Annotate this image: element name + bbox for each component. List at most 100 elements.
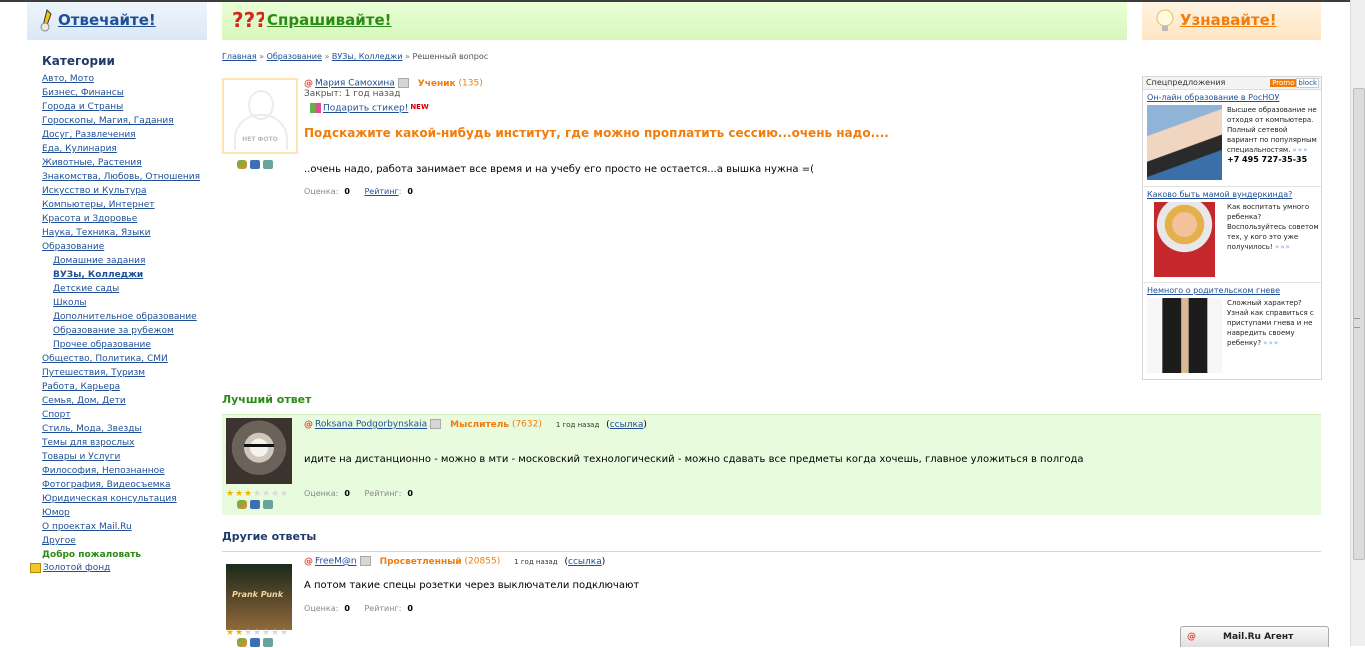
promo-item-image[interactable] — [1147, 105, 1222, 180]
photo-icon[interactable] — [250, 500, 260, 509]
sidebar-category-item[interactable]: Образование за рубежом — [42, 324, 212, 338]
gold-fund[interactable]: Золотой фонд — [30, 561, 110, 575]
sidebar-category-link[interactable]: Спорт — [42, 410, 71, 420]
gift-sticker-link[interactable]: Подарить стикер! — [323, 104, 408, 114]
sidebar-category-link[interactable]: Образование — [42, 242, 104, 252]
sidebar-category-link[interactable]: Знакомства, Любовь, Отношения — [42, 172, 200, 182]
header-ask-link[interactable]: Спрашивайте! — [267, 11, 392, 29]
sidebar-category-link[interactable]: Образование за рубежом — [53, 326, 174, 336]
user-icon[interactable] — [237, 160, 247, 169]
sidebar-category-link[interactable]: ВУЗы, Колледжи — [53, 270, 143, 280]
promo-more-icon[interactable]: »»» — [1263, 339, 1279, 347]
sidebar-category-item[interactable]: Домашние задания — [42, 254, 212, 268]
sidebar-category-item[interactable]: Работа, Карьера — [42, 380, 212, 394]
sidebar-category-item[interactable]: Города и Страны — [42, 100, 212, 114]
author-dropdown-icon[interactable] — [430, 419, 442, 429]
sidebar-category-item[interactable]: Спорт — [42, 408, 212, 422]
video-icon[interactable] — [263, 160, 273, 169]
sidebar-category-link[interactable]: Путешествия, Туризм — [42, 368, 145, 378]
sidebar-category-item[interactable]: Фотография, Видеосъемка — [42, 478, 212, 492]
header-ask-tab[interactable]: ??? Спрашивайте! — [222, 2, 1127, 40]
sidebar-category-link[interactable]: Прочее образование — [53, 340, 151, 350]
sidebar-category-item[interactable]: Бизнес, Финансы — [42, 86, 212, 100]
breadcrumb-home[interactable]: Главная — [222, 52, 257, 61]
sidebar-category-item[interactable]: Досуг, Развлечения — [42, 128, 212, 142]
best-answer-avatar[interactable] — [226, 418, 292, 484]
sidebar-category-link[interactable]: Авто, Мото — [42, 74, 94, 84]
sidebar-category-link[interactable]: Искусство и Культура — [42, 186, 147, 196]
sidebar-category-item[interactable]: Стиль, Мода, Звезды — [42, 422, 212, 436]
breadcrumb-education[interactable]: Образование — [267, 52, 322, 61]
sidebar-category-item[interactable]: Юридическая консультация — [42, 492, 212, 506]
sidebar-category-link[interactable]: Досуг, Развлечения — [42, 130, 136, 140]
sidebar-category-item[interactable]: Другое — [42, 534, 212, 548]
sidebar-category-item[interactable]: Авто, Мото — [42, 72, 212, 86]
sidebar-category-link[interactable]: Товары и Услуги — [42, 452, 120, 462]
header-learn-tab[interactable]: Узнавайте! — [1142, 2, 1321, 40]
promo-more-icon[interactable]: »»» — [1293, 146, 1309, 154]
other-answer-avatar[interactable]: Prank Punk — [226, 564, 292, 630]
vertical-scrollbar[interactable] — [1350, 0, 1365, 646]
mail-agent-bar[interactable]: @ Mail.Ru Агент — [1180, 626, 1329, 647]
sidebar-category-item[interactable]: Семья, Дом, Дети — [42, 394, 212, 408]
header-answer-link[interactable]: Отвечайте! — [58, 11, 156, 29]
sidebar-category-link[interactable]: Философия, Непознанное — [42, 466, 165, 476]
breadcrumb-universities[interactable]: ВУЗы, Колледжи — [332, 52, 403, 61]
sidebar-category-link[interactable]: Общество, Политика, СМИ — [42, 354, 168, 364]
sidebar-category-item[interactable]: Еда, Кулинария — [42, 142, 212, 156]
gift-sticker[interactable]: Подарить стикер! NEW — [310, 103, 429, 114]
sidebar-category-link[interactable]: Другое — [42, 536, 76, 546]
sidebar-category-link[interactable]: Животные, Растения — [42, 158, 142, 168]
promo-item-title[interactable]: Он-лайн образование в РосНОУ — [1147, 93, 1279, 102]
promo-item-image[interactable] — [1154, 202, 1215, 277]
sidebar-category-link[interactable]: Дополнительное образование — [53, 312, 197, 322]
sidebar-category-link[interactable]: Города и Страны — [42, 102, 123, 112]
promo-item-title[interactable]: Каково быть мамой вундеркинда? — [1147, 190, 1292, 199]
sidebar-category-item[interactable]: Образование — [42, 240, 212, 254]
question-author-photo[interactable]: НЕТ ФОТО — [222, 78, 298, 154]
sidebar-category-item[interactable]: Философия, Непознанное — [42, 464, 212, 478]
promo-more-icon[interactable]: »»» — [1275, 243, 1291, 251]
sidebar-category-link[interactable]: Домашние задания — [53, 256, 145, 266]
sidebar-category-item[interactable]: Школы — [42, 296, 212, 310]
promo-item[interactable]: Немного о родительском гневе Сложный хар… — [1143, 282, 1321, 379]
welcome-link[interactable]: Добро пожаловать — [42, 550, 141, 560]
gold-fund-link[interactable]: Золотой фонд — [43, 563, 110, 573]
sidebar-category-link[interactable]: Наука, Техника, Языки — [42, 228, 150, 238]
photo-icon[interactable] — [250, 160, 260, 169]
promo-item[interactable]: Каково быть мамой вундеркинда? Как воспи… — [1143, 186, 1321, 283]
promo-item[interactable]: Он-лайн образование в РосНОУ Высшее обра… — [1143, 90, 1321, 186]
sidebar-category-link[interactable]: Семья, Дом, Дети — [42, 396, 126, 406]
header-learn-link[interactable]: Узнавайте! — [1180, 11, 1277, 29]
sidebar-category-item[interactable]: ВУЗы, Колледжи — [42, 268, 212, 282]
sidebar-category-link[interactable]: Фотография, Видеосъемка — [42, 480, 171, 490]
sidebar-category-link[interactable]: Бизнес, Финансы — [42, 88, 124, 98]
sidebar-category-link[interactable]: Красота и Здоровье — [42, 214, 137, 224]
question-author-link[interactable]: Мария Самохина — [315, 79, 395, 89]
sidebar-category-link[interactable]: Темы для взрослых — [42, 438, 134, 448]
promo-item-image[interactable] — [1147, 298, 1222, 373]
promo-badge[interactable]: Promo block — [1270, 78, 1319, 88]
user-icon[interactable] — [237, 500, 247, 509]
header-answer-tab[interactable]: Отвечайте! — [27, 2, 207, 40]
sidebar-category-link[interactable]: Стиль, Мода, Звезды — [42, 424, 142, 434]
promo-item-title[interactable]: Немного о родительском гневе — [1147, 286, 1280, 295]
sidebar-category-item[interactable]: Товары и Услуги — [42, 450, 212, 464]
sidebar-category-link[interactable]: Детские сады — [53, 284, 119, 294]
sidebar-category-item[interactable]: Знакомства, Любовь, Отношения — [42, 170, 212, 184]
sidebar-category-item[interactable]: Наука, Техника, Языки — [42, 226, 212, 240]
sidebar-category-link[interactable]: Компьютеры, Интернет — [42, 200, 155, 210]
sidebar-category-item[interactable]: Общество, Политика, СМИ — [42, 352, 212, 366]
other-answer-author-link[interactable]: FreeM@n — [315, 557, 357, 567]
sidebar-category-item[interactable]: Прочее образование — [42, 338, 212, 352]
video-icon[interactable] — [263, 500, 273, 509]
sidebar-category-link[interactable]: Юридическая консультация — [42, 494, 177, 504]
other-answer-permalink[interactable]: ссылка — [568, 557, 602, 567]
sidebar-category-link[interactable]: Юмор — [42, 508, 70, 518]
best-answer-permalink[interactable]: ссылка — [610, 420, 644, 430]
sidebar-category-item[interactable]: Искусство и Культура — [42, 184, 212, 198]
sidebar-category-item[interactable]: Юмор — [42, 506, 212, 520]
sidebar-category-item[interactable]: Красота и Здоровье — [42, 212, 212, 226]
author-dropdown-icon[interactable] — [359, 556, 371, 566]
sidebar-category-item[interactable]: Компьютеры, Интернет — [42, 198, 212, 212]
